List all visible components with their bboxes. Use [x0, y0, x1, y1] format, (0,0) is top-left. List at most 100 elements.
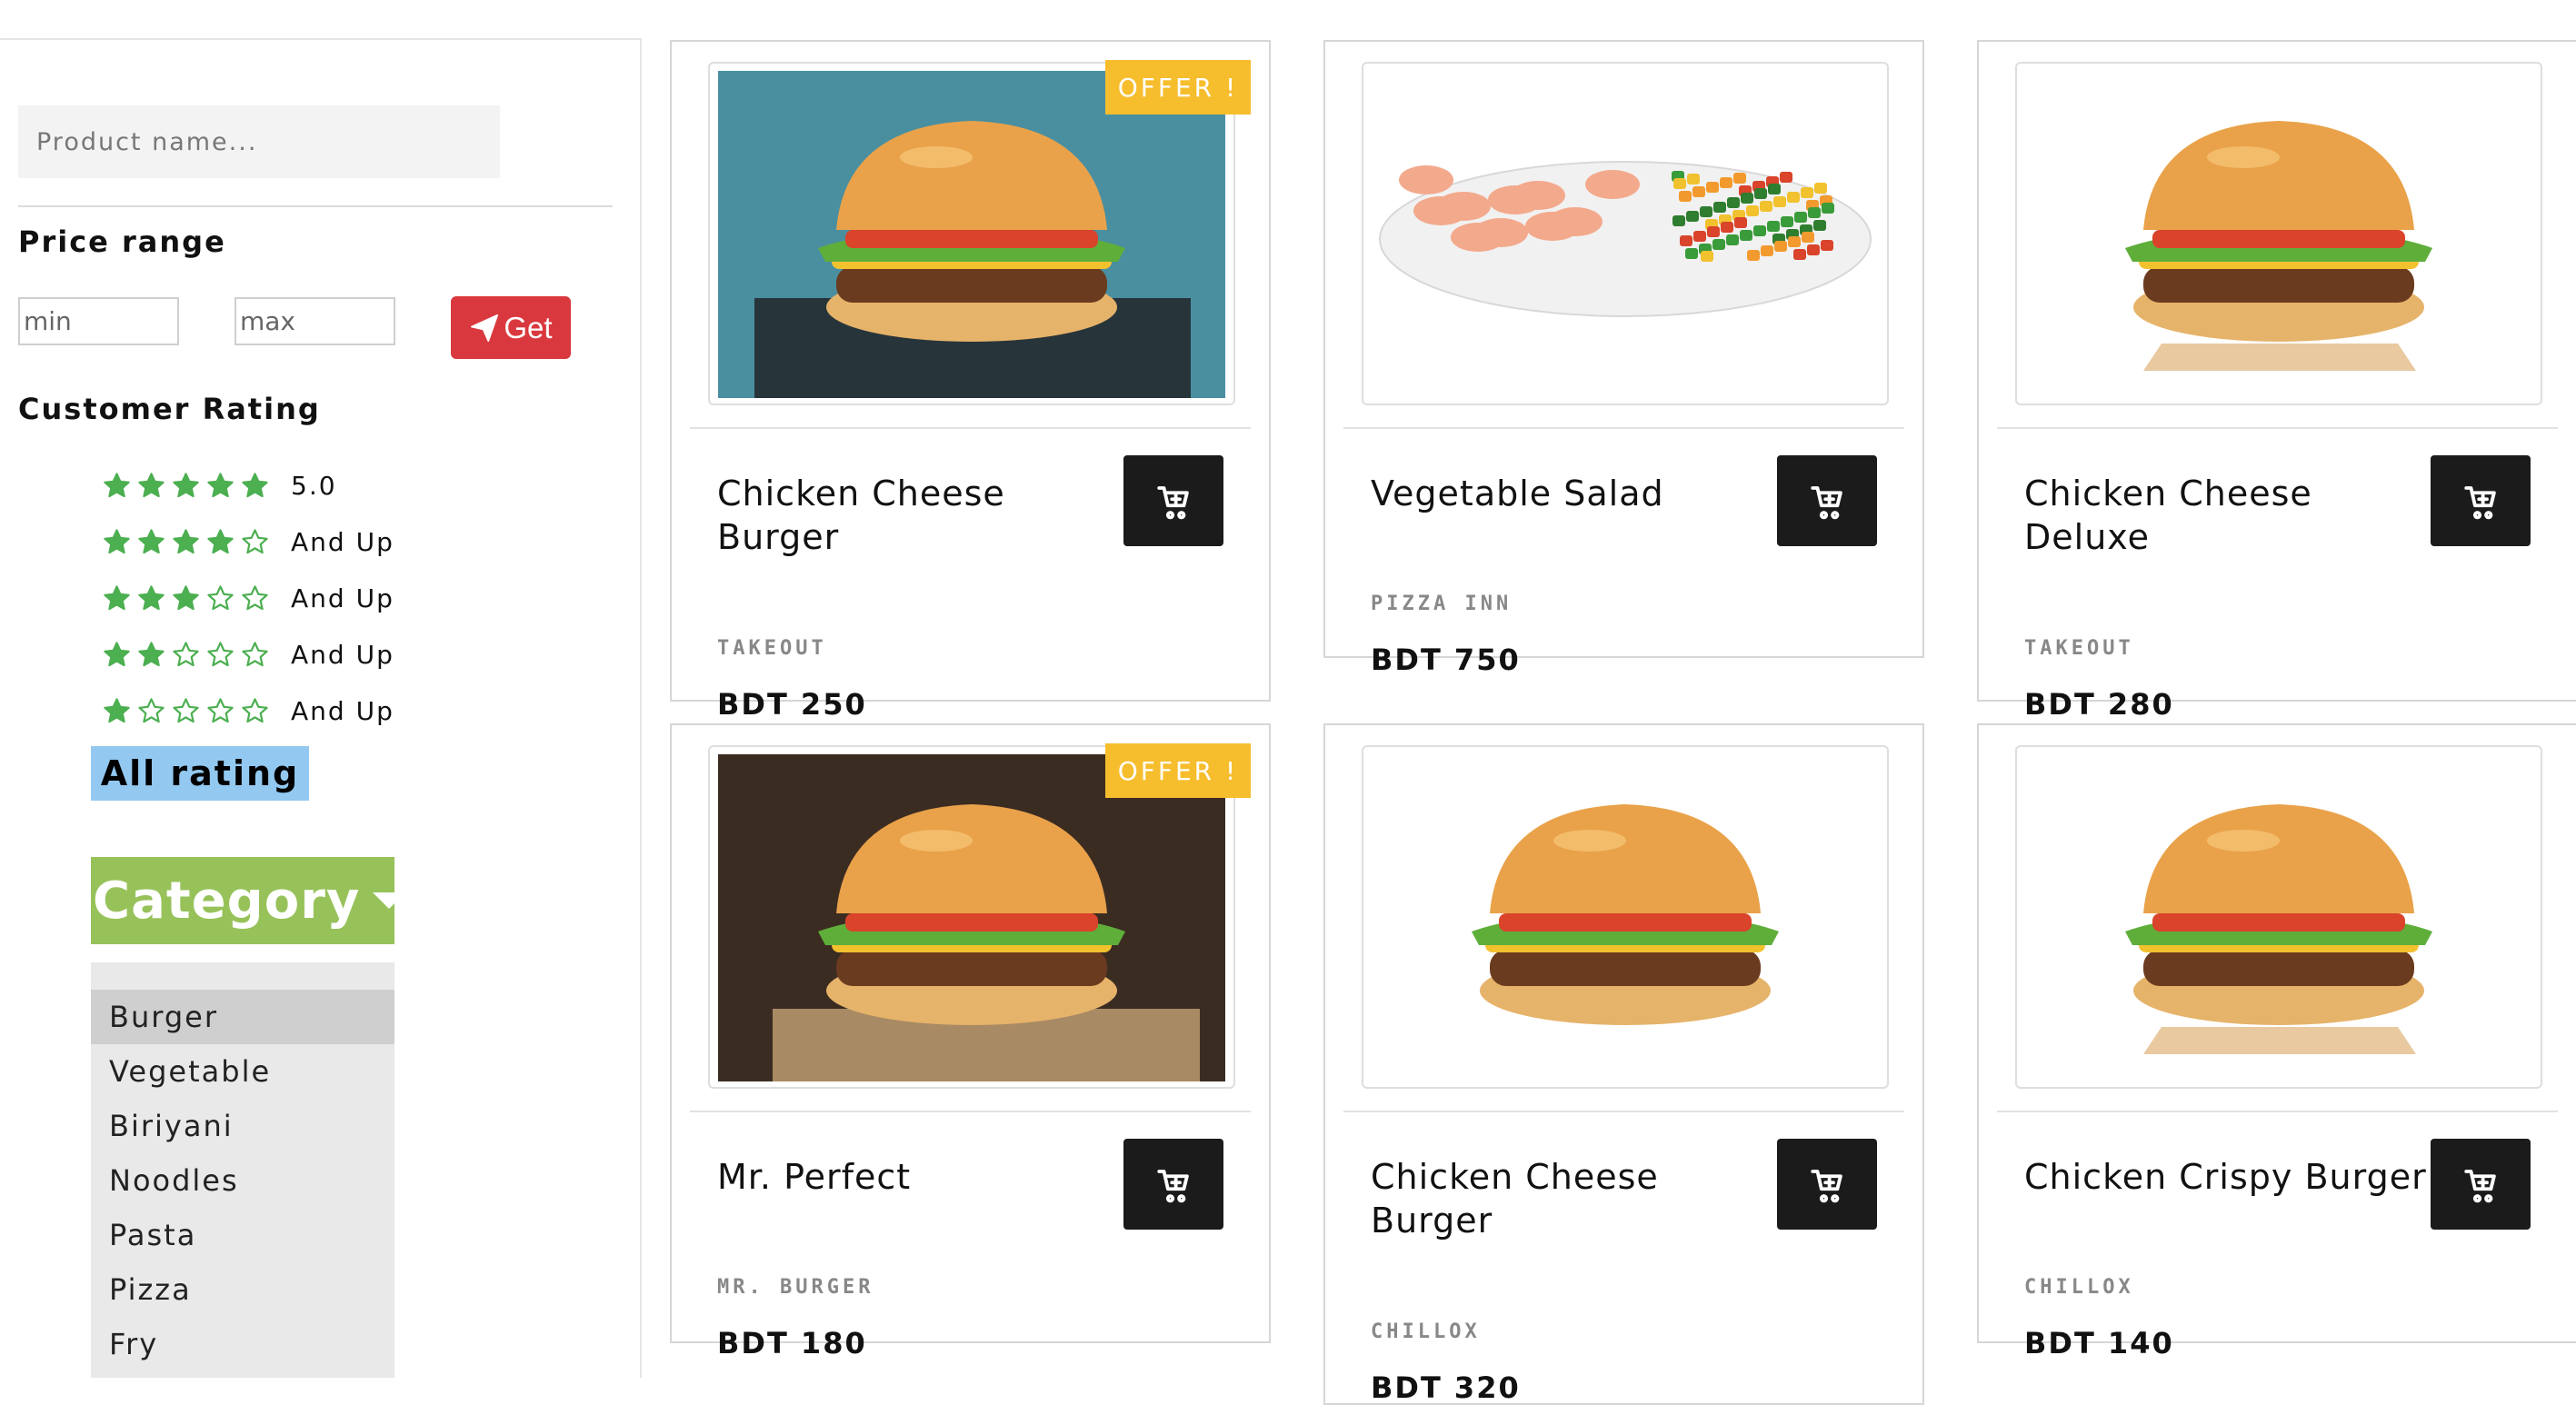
star-outline-icon: [173, 697, 199, 722]
star-outline-icon: [207, 697, 234, 722]
category-item-noodles[interactable]: Noodles: [91, 1153, 394, 1208]
product-title[interactable]: Chicken Cheese Deluxe: [2024, 472, 2415, 559]
product-card[interactable]: Chicken Cheese Deluxe TAKEOUT BDT 280: [1977, 40, 2576, 722]
get-price-button[interactable]: Get: [451, 296, 571, 359]
rating-option-5[interactable]: 5.0: [102, 467, 337, 503]
star-filled-icon: [104, 697, 130, 722]
rating-label: And Up: [291, 639, 394, 670]
star-filled-icon: [138, 472, 165, 497]
category-item-biriyani[interactable]: Biriyani: [91, 1099, 394, 1153]
add-to-cart-icon: [1811, 1170, 1842, 1203]
burger-image: [2025, 754, 2532, 1081]
star-outline-icon: [242, 697, 268, 722]
product-image[interactable]: [1362, 62, 1889, 405]
card-divider: [1343, 427, 1904, 429]
category-item-vegetable[interactable]: Vegetable: [91, 1044, 394, 1099]
product-title[interactable]: Vegetable Salad: [1371, 472, 1762, 515]
add-to-cart-button[interactable]: [1777, 1139, 1877, 1230]
product-card[interactable]: OFFER ! Chicken Cheese Burger TAKEOUT BDT 2…: [670, 40, 1271, 722]
product-price: BDT 140: [2024, 1326, 2174, 1360]
star-group: [102, 471, 291, 501]
add-to-cart-button[interactable]: [1777, 455, 1877, 546]
add-to-cart-icon: [2464, 486, 2496, 520]
product-price: BDT 750: [1371, 643, 1521, 677]
rating-option-3[interactable]: And Up: [102, 580, 394, 616]
product-card[interactable]: Vegetable Salad PIZZA INN BDT 750: [1323, 40, 1924, 677]
category-item-pasta[interactable]: Pasta: [91, 1208, 394, 1262]
card-divider: [1343, 1111, 1904, 1112]
add-to-cart-icon: [1811, 486, 1842, 520]
star-filled-icon: [104, 641, 130, 666]
max-price-input[interactable]: [235, 297, 395, 345]
shop-name: CHILLOX: [2024, 1276, 2134, 1299]
min-price-input[interactable]: [18, 297, 179, 345]
star-outline-icon: [207, 641, 234, 666]
shop-name: PIZZA INN: [1371, 593, 1513, 615]
card-divider: [690, 1111, 1251, 1112]
star-group: [102, 527, 291, 557]
star-outline-icon: [242, 641, 268, 666]
category-item-fry[interactable]: Fry: [91, 1317, 394, 1371]
star-outline-icon: [242, 528, 268, 553]
star-filled-icon: [207, 472, 234, 497]
add-to-cart-button[interactable]: [2431, 1139, 2531, 1230]
all-rating-button[interactable]: All rating: [91, 746, 309, 801]
product-price: BDT 280: [2024, 687, 2174, 722]
product-search-input[interactable]: [18, 105, 500, 178]
product-title[interactable]: Chicken Crispy Burger: [2024, 1155, 2451, 1199]
category-title: Category: [93, 871, 361, 931]
rating-label: And Up: [291, 695, 394, 726]
product-title[interactable]: Chicken Cheese Burger: [717, 472, 1108, 559]
burger-image: [718, 71, 1225, 398]
rating-option-1[interactable]: And Up: [102, 693, 394, 729]
product-image[interactable]: [2015, 62, 2542, 405]
top-divider: [0, 38, 642, 40]
get-button-label: Get: [504, 310, 553, 344]
price-range-heading: Price range: [18, 224, 226, 259]
add-to-cart-icon: [1157, 1170, 1189, 1203]
burger-image: [1372, 754, 1879, 1081]
rating-label: And Up: [291, 526, 394, 557]
category-item-pizza[interactable]: Pizza: [91, 1262, 394, 1317]
shop-name: TAKEOUT: [717, 637, 827, 660]
shop-name: MR. BURGER: [717, 1276, 874, 1299]
add-to-cart-button[interactable]: [1123, 1139, 1223, 1230]
star-filled-icon: [207, 528, 234, 553]
rating-label: And Up: [291, 583, 394, 613]
sidebar-divider: [18, 205, 613, 207]
product-image[interactable]: [2015, 745, 2542, 1089]
category-item-burger[interactable]: Burger: [91, 990, 394, 1044]
card-divider: [1997, 427, 2558, 429]
rating-label: 5.0: [291, 470, 337, 501]
product-card[interactable]: Chicken Cheese Burger CHILLOX BDT 320: [1323, 723, 1924, 1405]
product-image[interactable]: [1362, 745, 1889, 1089]
star-filled-icon: [104, 584, 130, 610]
product-card[interactable]: Chicken Crispy Burger CHILLOX BDT 140: [1977, 723, 2576, 1360]
product-price: BDT 320: [1371, 1370, 1521, 1405]
product-title[interactable]: Chicken Cheese Burger: [1371, 1155, 1762, 1242]
product-price: BDT 180: [717, 1326, 867, 1360]
rating-option-2[interactable]: And Up: [102, 636, 394, 673]
star-outline-icon: [138, 697, 165, 722]
add-to-cart-button[interactable]: [2431, 455, 2531, 546]
star-filled-icon: [138, 528, 165, 553]
customer-rating-heading: Customer Rating: [18, 392, 321, 426]
add-to-cart-button[interactable]: [1123, 455, 1223, 546]
category-dropdown-toggle[interactable]: Category: [91, 857, 406, 944]
product-price: BDT 250: [717, 687, 867, 722]
star-filled-icon: [138, 584, 165, 610]
star-outline-icon: [242, 584, 268, 610]
add-to-cart-icon: [1157, 486, 1189, 520]
category-list: Burger Vegetable Biriyani Noodles Pasta Pizza…: [91, 962, 394, 1378]
star-filled-icon: [104, 528, 130, 553]
product-title[interactable]: Mr. Perfect: [717, 1155, 1108, 1199]
product-card[interactable]: OFFER ! Mr. Perfect MR. BURGER BDT 180: [670, 723, 1271, 1360]
salad-image: [1372, 71, 1879, 398]
caret-down-icon: [373, 892, 406, 909]
shop-name: TAKEOUT: [2024, 637, 2134, 660]
rating-option-4[interactable]: And Up: [102, 523, 394, 560]
star-group: [102, 583, 291, 613]
card-divider: [1997, 1111, 2558, 1112]
shop-name: CHILLOX: [1371, 1320, 1481, 1343]
card-divider: [690, 427, 1251, 429]
